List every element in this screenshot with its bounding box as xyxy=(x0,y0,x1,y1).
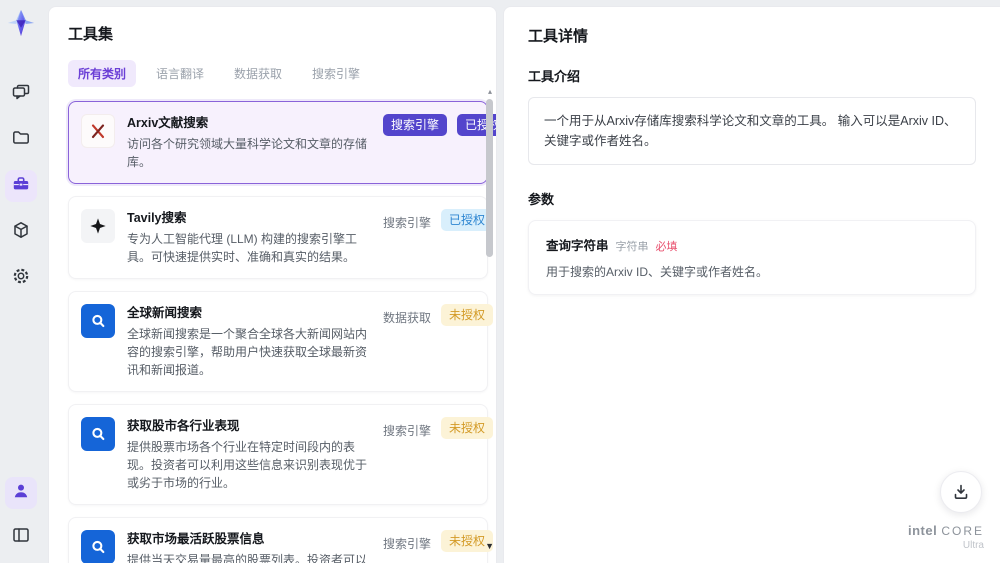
tool-info: 获取股市各行业表现 提供股票市场各个行业在特定时间段内的表现。投资者可以利用这些… xyxy=(127,417,371,492)
tool-card[interactable]: Arxiv文献搜索 访问各个研究领域大量科学论文和文章的存储库。 搜索引擎 已授… xyxy=(68,101,496,184)
tool-card[interactable]: 获取市场最活跃股票信息 提供当天交易量最高的股票列表。投资者可以利用这些信息来识… xyxy=(68,517,494,563)
scroll-up-icon[interactable]: ▴ xyxy=(488,87,492,96)
blue-tool-icon xyxy=(81,530,115,563)
tool-description: 访问各个研究领域大量科学论文和文章的存储库。 xyxy=(127,137,368,169)
cube-icon xyxy=(11,220,31,245)
tool-tags: 搜索引擎 已授权 xyxy=(383,209,494,236)
tool-name: 获取市场最活跃股票信息 xyxy=(127,532,265,546)
category-tab[interactable]: 搜索引擎 xyxy=(302,60,370,87)
tool-detail-panel: 工具详情 工具介绍 一个用于从Arxiv存储库搜索科学论文和文章的工具。 输入可… xyxy=(503,6,1000,563)
toolbox-rail-button[interactable] xyxy=(5,170,37,202)
gear-rail-button[interactable] xyxy=(5,262,37,294)
tool-name: 全球新闻搜索 xyxy=(127,306,203,320)
tool-tags: 数据获取 未授权 xyxy=(383,304,494,331)
user-rail-button[interactable] xyxy=(5,477,37,509)
tool-card[interactable]: Tavily搜索 专为人工智能代理 (LLM) 构建的搜索引擎工具。可快速提供实… xyxy=(68,196,494,279)
category-tab[interactable]: 语言翻译 xyxy=(146,60,214,87)
intel-core-logo: intel CORE Ultra xyxy=(907,522,984,551)
toolbox-icon xyxy=(11,174,31,199)
cube-rail-button[interactable] xyxy=(5,216,37,248)
scrollbar-thumb[interactable] xyxy=(486,99,493,257)
parameter-header: 查询字符串 字符串 必填 xyxy=(546,235,958,254)
panel-toggle-rail-button[interactable] xyxy=(5,521,37,553)
tool-info: 全球新闻搜索 全球新闻搜索是一个聚合全球各大新闻网站内容的搜索引擎，帮助用户快速… xyxy=(127,304,371,379)
toolset-panel: 工具集 所有类别 语言翻译 数据获取 搜索引擎 Arxiv文献搜索 访问各个研究领域大… xyxy=(48,6,497,563)
rail-bottom-nav xyxy=(5,477,37,553)
ultra-wordmark: Ultra xyxy=(962,540,984,551)
tool-intro-text: 一个用于从Arxiv存储库搜索科学论文和文章的工具。 输入可以是Arxiv ID… xyxy=(528,97,976,165)
tool-info: 获取市场最活跃股票信息 提供当天交易量最高的股票列表。投资者可以利用这些信息来识… xyxy=(127,530,371,563)
category-label: 搜索引擎 xyxy=(383,216,432,230)
tool-description: 专为人工智能代理 (LLM) 构建的搜索引擎工具。可快速提供实时、准确和真实的结… xyxy=(127,232,358,264)
blue-tool-icon xyxy=(81,417,115,451)
tool-info: Arxiv文献搜索 访问各个研究领域大量科学论文和文章的存储库。 xyxy=(127,114,371,171)
tool-description: 全球新闻搜索是一个聚合全球各大新闻网站内容的搜索引擎，帮助用户快速获取全球最新资… xyxy=(127,327,368,377)
tool-info: Tavily搜索 专为人工智能代理 (LLM) 构建的搜索引擎工具。可快速提供实… xyxy=(127,209,371,266)
tool-list: Arxiv文献搜索 访问各个研究领域大量科学论文和文章的存储库。 搜索引擎 已授… xyxy=(68,101,496,563)
blue-tool-icon xyxy=(81,304,115,338)
chat-icon xyxy=(11,82,31,107)
category-tab[interactable]: 数据获取 xyxy=(224,60,292,87)
category-label: 搜索引擎 xyxy=(383,537,432,551)
user-icon xyxy=(11,481,31,506)
parameter-name: 查询字符串 xyxy=(546,239,609,253)
content-area: 工具集 所有类别 语言翻译 数据获取 搜索引擎 Arxiv文献搜索 访问各个研究领域大… xyxy=(42,0,1000,563)
arxiv-tool-icon xyxy=(81,114,115,148)
folder-icon xyxy=(11,128,31,153)
tavily-tool-icon xyxy=(81,209,115,243)
app-logo-icon xyxy=(6,8,36,38)
category-label: 搜索引擎 xyxy=(383,114,448,136)
tool-tags: 搜索引擎 未授权 xyxy=(383,530,494,557)
tool-description: 提供当天交易量最高的股票列表。投资者可以利用这些信息来识别流动性强的股票和潜在的… xyxy=(127,553,368,563)
page-title: 工具集 xyxy=(68,26,114,43)
parameter-description: 用于搜索的Arxiv ID、关键字或作者姓名。 xyxy=(546,265,769,279)
folder-rail-button[interactable] xyxy=(5,124,37,156)
params-heading: 参数 xyxy=(528,192,555,207)
rail-nav xyxy=(5,78,37,294)
chat-rail-button[interactable] xyxy=(5,78,37,110)
category-label: 搜索引擎 xyxy=(383,424,432,438)
core-wordmark: CORE xyxy=(941,523,984,538)
category-label: 数据获取 xyxy=(383,311,432,325)
scroll-down-icon[interactable]: ▼ xyxy=(485,541,494,551)
intro-heading: 工具介绍 xyxy=(528,69,581,84)
tool-name: 获取股市各行业表现 xyxy=(127,419,240,433)
tool-description: 提供股票市场各个行业在特定时间段内的表现。投资者可以利用这些信息来识别表现优于或… xyxy=(127,440,368,490)
tool-card[interactable]: 获取股市各行业表现 提供股票市场各个行业在特定时间段内的表现。投资者可以利用这些… xyxy=(68,404,494,505)
parameter-card: 查询字符串 字符串 必填 用于搜索的Arxiv ID、关键字或作者姓名。 xyxy=(528,220,976,295)
left-rail xyxy=(0,0,42,563)
category-tab[interactable]: 所有类别 xyxy=(68,60,137,87)
intel-wordmark: intel xyxy=(907,522,938,538)
category-tabs: 所有类别 语言翻译 数据获取 搜索引擎 xyxy=(68,60,482,87)
scrollbar[interactable]: ▴ ▼ xyxy=(485,87,494,551)
tool-name: Arxiv文献搜索 xyxy=(127,116,209,130)
parameter-required-flag: 必填 xyxy=(655,241,678,253)
parameter-type: 字符串 xyxy=(615,241,649,253)
download-icon xyxy=(954,484,968,499)
panel-toggle-icon xyxy=(11,525,31,550)
tool-name: Tavily搜索 xyxy=(127,211,187,225)
app-window: 工具集 所有类别 语言翻译 数据获取 搜索引擎 Arxiv文献搜索 访问各个研究领域大… xyxy=(0,0,1000,563)
download-button[interactable] xyxy=(940,471,982,513)
gear-icon xyxy=(11,266,31,291)
tool-card[interactable]: 全球新闻搜索 全球新闻搜索是一个聚合全球各大新闻网站内容的搜索引擎，帮助用户快速… xyxy=(68,291,494,392)
tool-tags: 搜索引擎 已授权 xyxy=(383,114,496,136)
detail-title: 工具详情 xyxy=(528,28,589,45)
tool-tags: 搜索引擎 未授权 xyxy=(383,417,494,444)
